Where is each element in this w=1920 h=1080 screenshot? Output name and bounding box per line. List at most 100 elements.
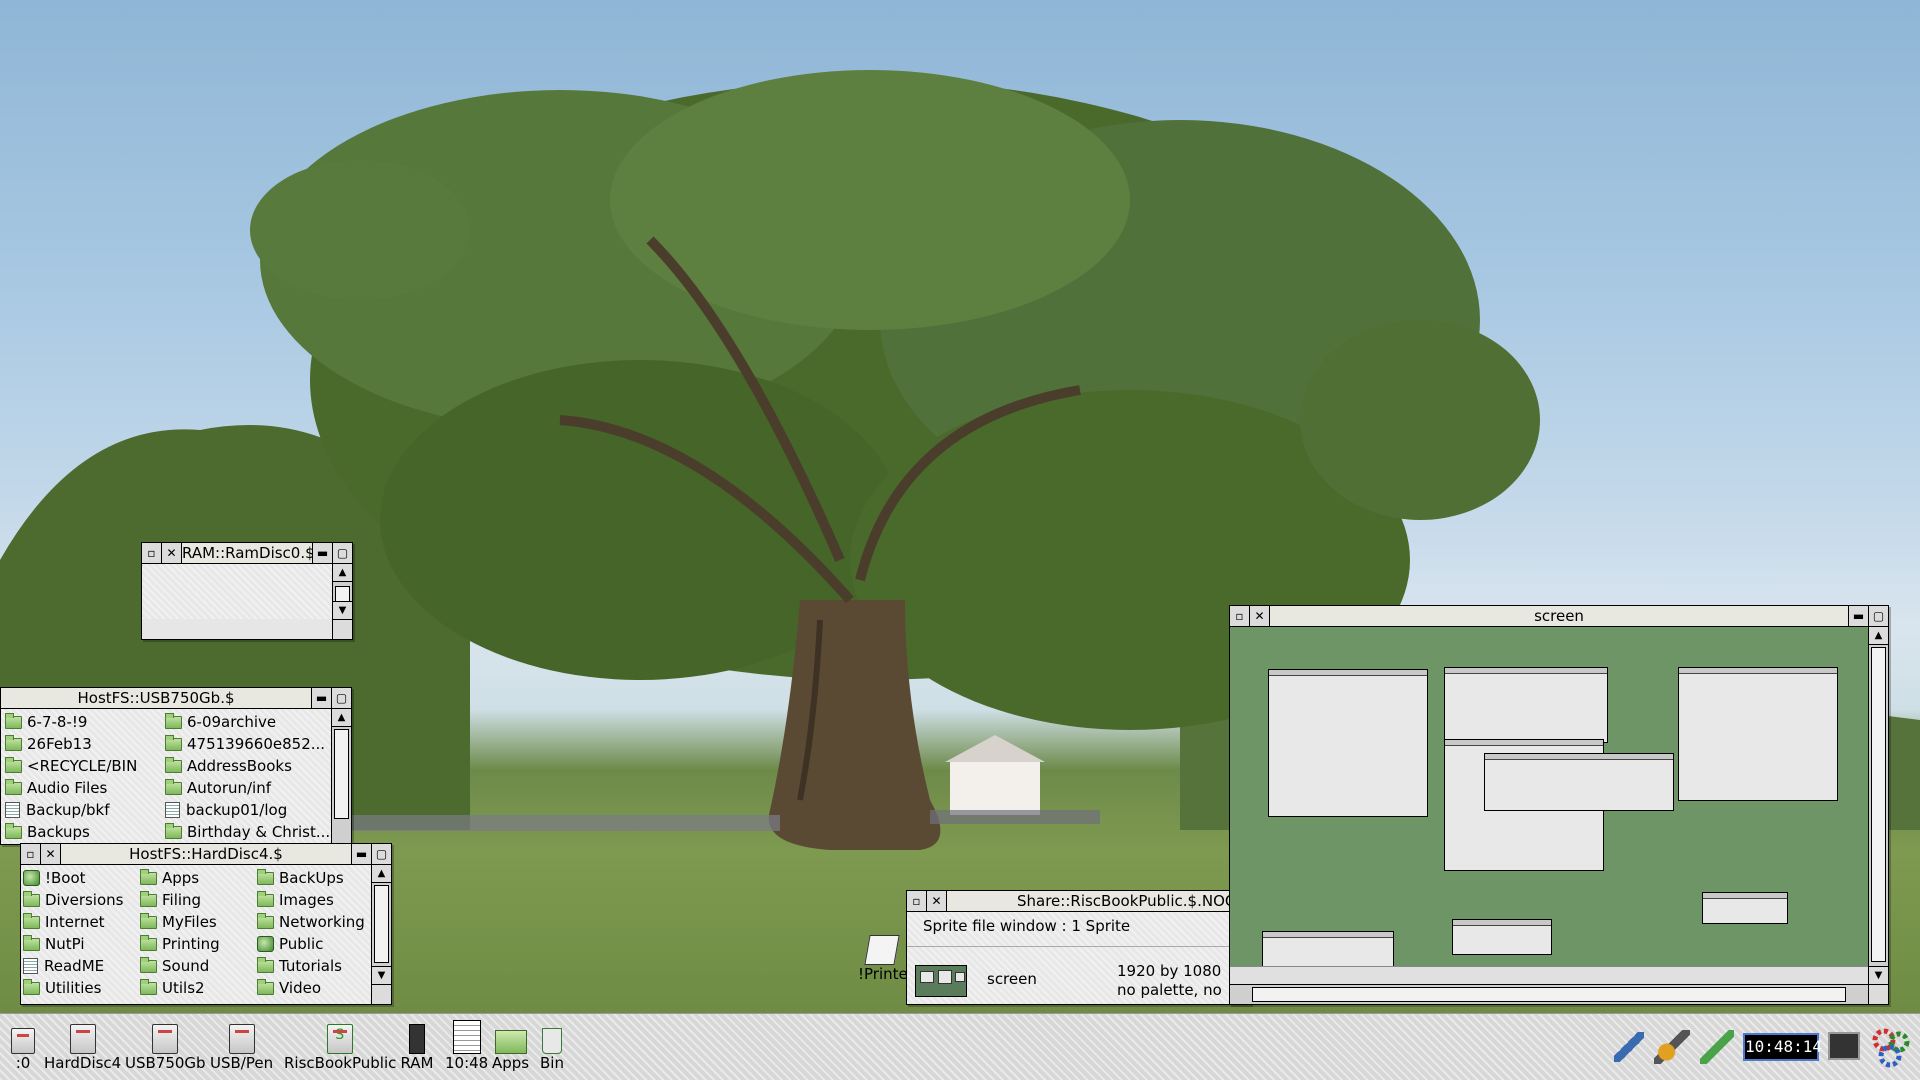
file-item[interactable]: Filing [140,889,257,911]
paint-icon[interactable] [1654,1030,1690,1064]
file-item[interactable]: Printing [140,933,257,955]
app-icon [257,936,274,952]
iconbar-harddisc4[interactable]: HardDisc4 [44,1018,121,1072]
file-name: 6-09archive [187,713,277,731]
resize-handle[interactable] [1868,984,1888,1004]
toggle-size-icon[interactable]: ▢ [371,844,391,864]
file-item[interactable]: 6-7-8-!9 [5,711,165,733]
sprite-content[interactable]: Sprite file window : 1 Sprite screen 192… [907,912,1250,1004]
toggle-size-icon[interactable]: ▢ [1868,606,1888,626]
usb750gb-content[interactable]: 6-7-8-!9 6-09archive 26Feb13 475139660e852.… [1,709,331,844]
file-item[interactable]: Autorun/inf [165,777,331,799]
scroll-up-icon[interactable]: ▲ [1869,627,1888,645]
file-item[interactable]: Audio Files [5,777,165,799]
file-item[interactable]: Utilities [23,977,140,999]
file-item[interactable]: ReadME [23,955,140,977]
toggle-size-icon[interactable]: ▢ [331,688,351,708]
iconbar-usb750gb[interactable]: USB750Gb [125,1018,206,1072]
file-item[interactable]: Video [257,977,367,999]
file-item[interactable]: Sound [140,955,257,977]
ram-disc-titlebar[interactable]: ▫ ✕ RAM::RamDisc0.$ ▬ ▢ [142,543,352,564]
file-item[interactable]: Images [257,889,367,911]
back-icon[interactable]: ▫ [142,543,162,563]
iconbar-label: RAM [400,1054,434,1072]
usb750gb-titlebar[interactable]: HostFS::USB750Gb.$ ▬ ▢ [1,688,351,709]
file-item[interactable]: Public [257,933,367,955]
scroll-down-icon[interactable]: ▼ [333,601,352,619]
vertical-scrollbar[interactable]: ▲ ▼ [1868,627,1888,984]
file-item[interactable]: Backups [5,821,165,843]
sprite-titlebar[interactable]: ▫ ✕ Share::RiscBookPublic.$.NOOBs [907,891,1250,912]
iconise-icon[interactable]: ▬ [311,688,331,708]
draw-icon[interactable] [1700,1030,1734,1064]
file-item[interactable]: BackUps [257,867,367,889]
harddisc4-titlebar[interactable]: ▫ ✕ HostFS::HardDisc4.$ ▬ ▢ [21,844,391,865]
screen-sprite-window[interactable]: ▫ ✕ screen ▬ ▢ ▲ ▼ [1229,605,1889,1005]
task-manager-icon[interactable] [1870,1026,1912,1068]
scroll-up-icon[interactable]: ▲ [332,709,351,727]
iconbar-alarm[interactable]: 10:48 [445,1018,488,1072]
file-item[interactable]: !Boot [23,867,140,889]
file-item[interactable]: Birthday & Christ... [165,821,331,843]
file-item[interactable]: AddressBooks [165,755,331,777]
file-item[interactable]: NutPi [23,933,140,955]
close-icon[interactable]: ✕ [927,891,947,911]
vertical-scrollbar[interactable]: ▲ ▼ [371,865,391,984]
file-item[interactable]: Backup/bkf [5,799,165,821]
scroll-thumb[interactable] [334,729,349,819]
harddisc4-content[interactable]: !Boot Apps BackUps Diversions Filing Images In… [21,865,371,1004]
vertical-scrollbar[interactable]: ▲ ▼ [332,564,352,619]
file-item[interactable]: MyFiles [140,911,257,933]
iconise-icon[interactable]: ▬ [1848,606,1868,626]
scroll-thumb[interactable] [1252,987,1846,1002]
file-item[interactable]: Apps [140,867,257,889]
scroll-up-icon[interactable]: ▲ [333,564,352,582]
iconbar-apps[interactable]: Apps [492,1018,529,1072]
file-item[interactable]: Utils2 [140,977,257,999]
resize-handle[interactable] [332,619,352,639]
file-item[interactable]: 26Feb13 [5,733,165,755]
screen-sprite-image[interactable] [1230,627,1868,984]
scroll-thumb[interactable] [1871,647,1886,962]
printer-desktop-icon[interactable]: !Printer [858,935,914,983]
back-icon[interactable]: ▫ [1230,606,1250,626]
ram-disc-window[interactable]: ▫ ✕ RAM::RamDisc0.$ ▬ ▢ ▲ ▼ [141,542,353,640]
sprite-entry[interactable]: screen 1920 by 1080 no palette, no mas [915,958,1250,1004]
scroll-up-icon[interactable]: ▲ [372,865,391,883]
file-item[interactable]: Internet [23,911,140,933]
scroll-thumb[interactable] [374,885,389,963]
usb750gb-window[interactable]: HostFS::USB750Gb.$ ▬ ▢ 6-7-8-!9 6-09archi… [0,687,352,845]
back-icon[interactable]: ▫ [907,891,927,911]
file-item[interactable]: 6-09archive [165,711,331,733]
iconise-icon[interactable]: ▬ [351,844,371,864]
vertical-scrollbar[interactable]: ▲ [331,709,351,844]
iconbar-riscbookpublic[interactable]: S RiscBookPublic [284,1018,396,1072]
close-icon[interactable]: ✕ [162,543,182,563]
scroll-down-icon[interactable]: ▼ [372,966,391,984]
back-icon[interactable]: ▫ [21,844,41,864]
harddisc4-window[interactable]: ▫ ✕ HostFS::HardDisc4.$ ▬ ▢ !Boot Apps Bac… [20,843,392,1005]
file-item[interactable]: Diversions [23,889,140,911]
close-icon[interactable]: ✕ [1250,606,1270,626]
file-item[interactable]: 475139660e852... [165,733,331,755]
close-icon[interactable]: ✕ [41,844,61,864]
resize-handle[interactable] [371,984,391,1004]
pen-tool-icon[interactable] [1614,1032,1644,1062]
file-item[interactable]: Tutorials [257,955,367,977]
screen-titlebar[interactable]: ▫ ✕ screen ▬ ▢ [1230,606,1888,627]
clock-display[interactable]: 10:48:14 [1743,1033,1822,1061]
iconbar-bin[interactable]: Bin [535,1018,569,1072]
ram-disc-content[interactable] [142,564,332,619]
iconise-icon[interactable]: ▬ [312,543,332,563]
iconbar-ram[interactable]: RAM [400,1018,434,1072]
sprite-file-window[interactable]: ▫ ✕ Share::RiscBookPublic.$.NOOBs Sprite… [906,890,1251,1005]
task-window-icon[interactable] [1828,1032,1860,1060]
iconbar-floppy[interactable]: :0 [6,1018,40,1072]
file-item[interactable]: backup01/log [165,799,331,821]
file-item[interactable]: Networking [257,911,367,933]
scroll-down-icon[interactable]: ▼ [1869,966,1888,984]
horizontal-scrollbar[interactable] [1230,984,1868,1004]
toggle-size-icon[interactable]: ▢ [332,543,352,563]
iconbar-usb-pen[interactable]: USB/Pen [210,1018,273,1072]
file-item[interactable]: <RECYCLE/BIN [5,755,165,777]
